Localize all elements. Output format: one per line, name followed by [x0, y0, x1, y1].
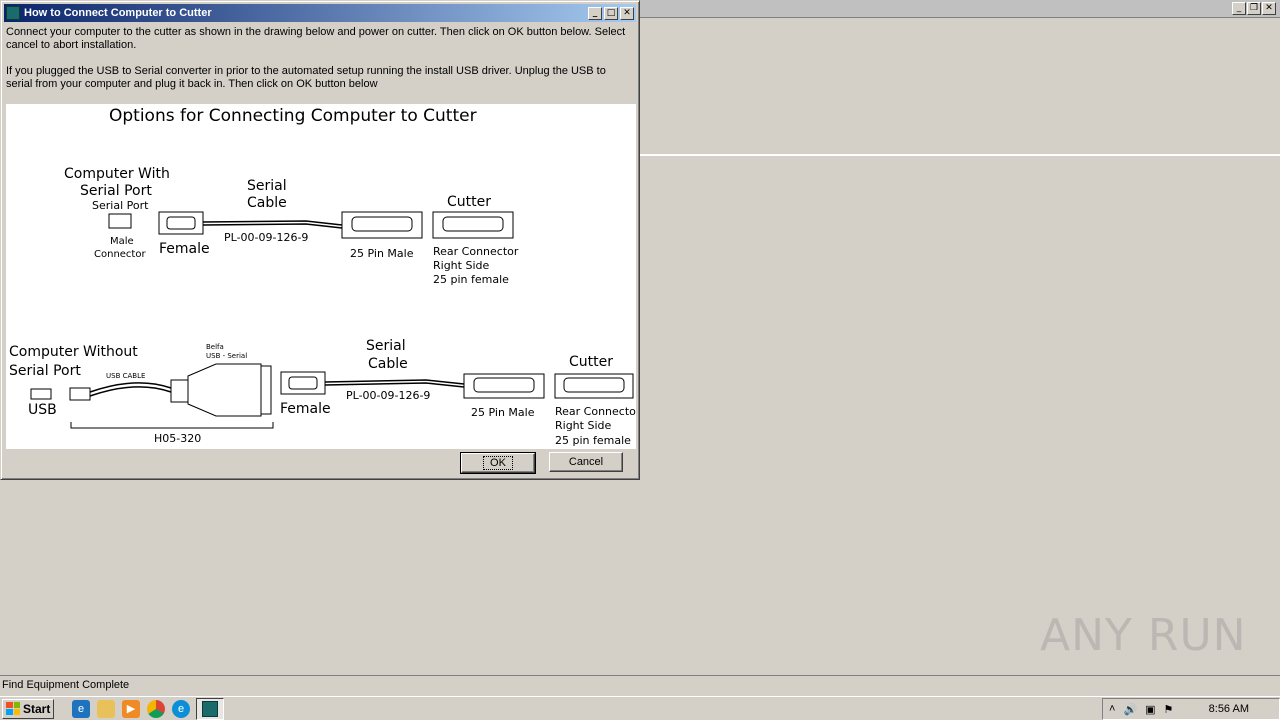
- ok-button-label: OK: [483, 456, 513, 470]
- usb-port-icon: [30, 388, 52, 400]
- internet-explorer-icon[interactable]: e: [72, 699, 90, 718]
- opt2-rear-label: Rear Connector: [555, 405, 636, 418]
- volume-icon[interactable]: 🔊: [1123, 703, 1137, 716]
- opt2-cable-label: Serial: [366, 338, 406, 354]
- minimize-icon[interactable]: _: [588, 6, 602, 20]
- adapter-db9-end: [260, 365, 272, 415]
- opt2-part-number: PL-00-09-126-9: [346, 389, 430, 402]
- opt1-rear-label: 25 pin female: [433, 273, 509, 286]
- file-explorer-icon[interactable]: [97, 699, 115, 718]
- restore-icon[interactable]: ❐: [1247, 2, 1261, 15]
- windows-logo-icon: [6, 702, 20, 715]
- belfa-label: USB - Serial: [206, 352, 247, 360]
- diagram-svg: Options for Connecting Computer to Cutte…: [9, 106, 636, 447]
- opt1-computer-label: Computer With: [64, 166, 170, 182]
- instructions-text: Connect your computer to the cutter as s…: [6, 26, 631, 104]
- cutter-connector-face: [442, 216, 504, 232]
- dialog-title: How to Connect Computer to Cutter: [24, 7, 212, 19]
- maximize-icon[interactable]: □: [604, 6, 618, 20]
- opt1-part-number: PL-00-09-126-9: [224, 231, 308, 244]
- connection-diagram: Options for Connecting Computer to Cutte…: [6, 104, 636, 449]
- network-icon[interactable]: ▣: [1145, 703, 1155, 716]
- opt2-cable-label: Cable: [368, 356, 408, 372]
- opt1-cable-label: Serial: [247, 178, 287, 194]
- opt1-male25-label: 25 Pin Male: [350, 247, 414, 260]
- cutter-connector-face: [563, 377, 625, 393]
- ok-button[interactable]: OK: [460, 452, 536, 474]
- opt1-male-label: Connector: [94, 249, 146, 260]
- adapter-bracket: [70, 422, 274, 429]
- belfa-label: Belfa: [206, 343, 224, 351]
- cutter-connector: [432, 211, 514, 239]
- quick-launch: e ▶ e: [72, 699, 190, 718]
- app-icon: [202, 700, 218, 717]
- opt2-rear-label: Right Side: [555, 419, 611, 432]
- opt1-rear-label: Right Side: [433, 259, 489, 272]
- usb-serial-adapter: [187, 363, 262, 417]
- opt1-port-label: Serial Port: [92, 199, 149, 212]
- serial-port-icon: [108, 213, 132, 229]
- show-hidden-icon[interactable]: ˄: [1109, 703, 1115, 715]
- taskbar-app-button[interactable]: [196, 697, 224, 720]
- opt2-computer-label: Serial Port: [9, 363, 81, 379]
- opt2-usb-label: USB: [28, 402, 57, 418]
- watermark-logo: ANY RUN: [1040, 610, 1247, 661]
- opt2-rear-label: 25 pin female: [555, 434, 631, 447]
- adapter-part-number: H05-320: [154, 432, 201, 445]
- opt1-female-label: Female: [159, 241, 210, 257]
- mdi-controls: _ ❐ ✕: [1232, 2, 1276, 15]
- start-button[interactable]: Start: [2, 698, 54, 719]
- chrome-icon[interactable]: [147, 699, 165, 718]
- opt2-computer-label: Computer Without: [9, 344, 138, 360]
- opt2-female-label: Female: [280, 401, 331, 417]
- instruction-paragraph: If you plugged the USB to Serial convert…: [6, 65, 606, 90]
- parent-mdi-bar: _ ❐ ✕: [640, 0, 1280, 18]
- media-player-icon[interactable]: ▶: [122, 699, 140, 718]
- clock[interactable]: 8:56 AM: [1209, 703, 1249, 715]
- close-icon[interactable]: ✕: [1262, 2, 1276, 15]
- opt1-cable-line: [202, 223, 343, 229]
- cancel-button-label: Cancel: [568, 456, 604, 468]
- adapter-usb-end: [170, 379, 189, 403]
- diagram-heading: Options for Connecting Computer to Cutte…: [109, 106, 477, 126]
- db9-face: [288, 376, 318, 390]
- minimize-icon[interactable]: _: [1232, 2, 1246, 15]
- cancel-button[interactable]: Cancel: [549, 452, 623, 472]
- db25-face: [351, 216, 413, 232]
- opt2-cable-line: [324, 382, 465, 388]
- opt1-cable-label: Cable: [247, 195, 287, 211]
- instruction-paragraph: Connect your computer to the cutter as s…: [6, 26, 626, 51]
- opt1-computer-label: Serial Port: [80, 183, 152, 199]
- opt2-male25-label: 25 Pin Male: [471, 406, 535, 419]
- opt1-cutter-label: Cutter: [447, 194, 491, 210]
- app-icon: [6, 6, 20, 20]
- start-label: Start: [23, 701, 51, 716]
- db25-face: [473, 377, 535, 393]
- usb-plug: [69, 387, 91, 401]
- connect-dialog: How to Connect Computer to Cutter _ □ ✕ …: [0, 0, 640, 480]
- usb-cable-label: USB CABLE: [106, 372, 145, 380]
- db9-face: [166, 216, 196, 230]
- system-tray: ˄ 🔊 ▣ ⚑ 8:56 AM: [1102, 698, 1280, 720]
- db25-male-connector: [341, 211, 423, 239]
- opt1-rear-label: Rear Connector: [433, 245, 519, 258]
- flag-icon[interactable]: ⚑: [1164, 703, 1174, 716]
- taskbar: Start e ▶ e ˄ 🔊 ▣ ⚑ 8:56 AM: [0, 696, 1280, 720]
- status-bar: Find Equipment Complete: [0, 675, 1280, 695]
- opt1-male-label: Male: [110, 236, 134, 247]
- db9-female-connector: [280, 371, 326, 395]
- close-icon[interactable]: ✕: [620, 6, 634, 20]
- db9-female-connector: [158, 211, 204, 235]
- parent-pane: [640, 18, 1280, 156]
- dialog-titlebar[interactable]: How to Connect Computer to Cutter _ □ ✕: [4, 4, 636, 22]
- edge-icon[interactable]: e: [172, 699, 190, 718]
- opt2-cutter-label: Cutter: [569, 354, 613, 370]
